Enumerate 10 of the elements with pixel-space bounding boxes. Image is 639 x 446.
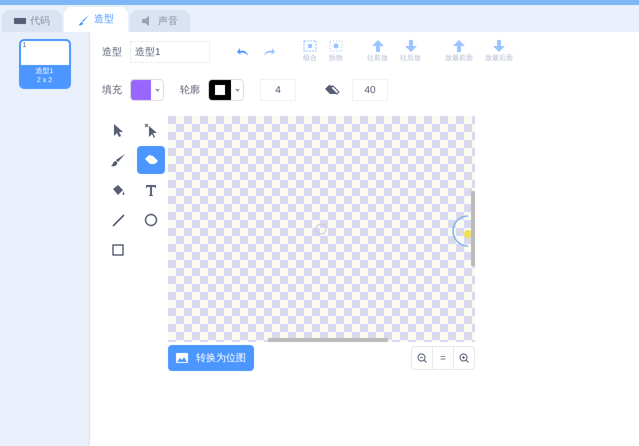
eraser-size-field[interactable]: 40	[352, 79, 388, 101]
editor-tab[interactable]: 代码	[2, 10, 62, 32]
editor-tab[interactable]: 声音	[130, 10, 190, 32]
outline-width-field[interactable]: 4	[260, 79, 296, 101]
outline-label: 轮廓	[180, 84, 200, 98]
editor-tab[interactable]: 造型	[64, 7, 128, 32]
costume-label: 造型	[102, 46, 122, 60]
convert-to-bitmap-button[interactable]: 转换为位图	[168, 345, 254, 371]
costume-name-field[interactable]: 造型1	[130, 41, 210, 63]
fill-label: 填充	[102, 84, 122, 98]
